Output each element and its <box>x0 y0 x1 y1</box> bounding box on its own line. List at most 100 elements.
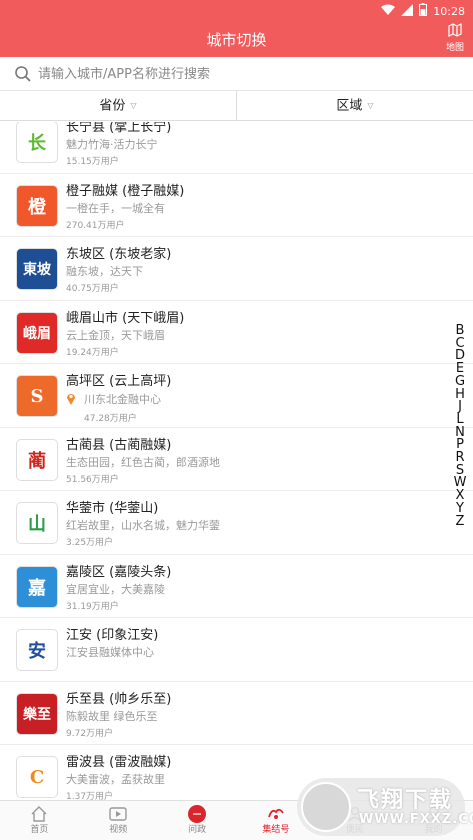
tab-label: 首页 <box>30 825 49 835</box>
app-logo-text: 嘉 <box>28 577 46 599</box>
city-name: 江安 (印象江安) <box>66 628 159 643</box>
battery-icon <box>419 3 428 20</box>
user-count: 15.15万用户 <box>66 157 119 167</box>
user-count: 51.56万用户 <box>66 474 119 485</box>
app-logo: 樂至 <box>16 692 58 735</box>
app-logo-text: 安 <box>28 641 46 662</box>
city-name: 雷波县 (雷波融媒) <box>66 755 172 770</box>
ask-icon <box>187 804 207 824</box>
city-slogan: 江安县融媒体中心 <box>66 646 154 659</box>
city-name: 高坪区 (云上高坪) <box>66 374 172 389</box>
city-list-item[interactable]: 嘉 嘉陵区 (嘉陵头条) 宜居宜业，大美嘉陵 31.19万用户 <box>0 555 473 618</box>
city-list-item[interactable]: 東坡 东坡区 (东坡老家) 融东坡，达天下 40.75万用户 <box>0 237 473 301</box>
city-list-item[interactable]: 安 江安 (印象江安) 江安县融媒体中心 <box>0 618 473 682</box>
tab-video[interactable]: 视频 <box>79 801 158 840</box>
watermark-url: WWW.FXXZ.COM <box>359 812 473 827</box>
city-name: 东坡区 (东坡老家) <box>66 247 172 262</box>
city-list-item[interactable]: 蔺 古蔺县 (古蔺融媒) 生态田园，红色古蔺，郎酒源地 51.56万用户 <box>0 428 473 491</box>
app-logo-text: S <box>30 385 44 407</box>
user-count: 40.75万用户 <box>66 284 119 294</box>
city-list-item[interactable]: 山 华蓥市 (华蓥山) 红岩故里，山水名城，魅力华蓥 3.25万用户 <box>0 491 473 555</box>
watermark-title: 飞翔下载 <box>357 788 454 813</box>
province-filter[interactable]: 省份 ▽ <box>0 91 236 120</box>
city-list-item[interactable]: 橙 橙子融媒 (橙子融媒) 一橙在手，一城全有 270.41万用户 <box>0 174 473 237</box>
app-logo: 蔺 <box>16 438 58 481</box>
map-button[interactable]: 地图 <box>443 23 467 54</box>
app-logo: 橙 <box>16 184 58 227</box>
status-time: 10:28 <box>433 4 465 18</box>
city-slogan: 川东北金融中心 <box>84 393 161 406</box>
alpha-index-letter[interactable]: Z <box>453 515 467 529</box>
app-logo-text: 蔺 <box>28 450 46 472</box>
region-filter-label: 区域 <box>336 98 363 114</box>
status-bar: 10:28 <box>0 0 473 21</box>
filter-bar: 省份 ▽ 区域 ▽ <box>0 91 473 121</box>
city-list-item[interactable]: S 高坪区 (云上高坪) 川东北金融中心 47.28万用户 <box>0 364 473 428</box>
watermark-logo: 飞翔下载 WWW.FXXZ.COM <box>297 778 473 836</box>
city-list-item[interactable]: 樂至 乐至县 (帅乡乐至) 陈毅故里 绿色乐至 9.72万用户 <box>0 682 473 745</box>
app-logo: 山 <box>16 502 58 544</box>
app-logo: C <box>16 756 58 798</box>
page-title: 城市切换 <box>206 31 267 49</box>
city-slogan: 宜居宜业，大美嘉陵 <box>66 582 165 596</box>
app-logo: 東坡 <box>16 248 58 290</box>
city-slogan: 红岩故里，山水名城，魅力华蓥 <box>66 519 220 532</box>
search-icon <box>14 65 32 83</box>
app-logo-text: 山 <box>28 514 46 535</box>
app-logo-text: 长 <box>28 133 46 154</box>
city-slogan: 陈毅故里 绿色乐至 <box>66 709 158 723</box>
tab-label: 视频 <box>109 825 128 835</box>
city-name: 长宁县 (掌上长宁) <box>66 122 172 135</box>
tab-home[interactable]: 首页 <box>0 801 79 840</box>
title-bar: 城市切换 地图 <box>0 21 473 57</box>
app-logo-text: C <box>29 766 45 788</box>
city-name: 峨眉山市 (天下峨眉) <box>66 310 185 326</box>
user-count: 47.28万用户 <box>84 414 137 424</box>
video-icon <box>108 804 128 824</box>
map-label: 地图 <box>445 43 464 53</box>
chevron-down-icon: ▽ <box>130 101 137 110</box>
city-name: 乐至县 (帅乡乐至) <box>66 691 172 707</box>
app-logo-text: 樂至 <box>23 706 51 723</box>
user-count: 9.72万用户 <box>66 728 114 739</box>
tab-ask[interactable]: 问政 <box>158 801 237 840</box>
app-logo: 嘉 <box>16 565 58 608</box>
city-name: 古蔺县 (古蔺融媒) <box>66 437 172 453</box>
city-list-item[interactable]: 长 长宁县 (掌上长宁) 魅力竹海·活力长宁 15.15万用户 <box>0 122 473 174</box>
wifi-icon <box>381 4 396 20</box>
user-count: 31.19万用户 <box>66 601 119 612</box>
city-list-item[interactable]: 峨眉 峨眉山市 (天下峨眉) 云上金顶，天下峨眉 19.24万用户 <box>0 301 473 364</box>
city-list: 长 长宁县 (掌上长宁) 魅力竹海·活力长宁 15.15万用户橙 橙子融媒 (橙子融媒)… <box>0 122 473 800</box>
city-name: 嘉陵区 (嘉陵头条) <box>66 564 172 580</box>
search-bar <box>0 57 473 91</box>
app-logo: 安 <box>16 629 58 671</box>
app-logo: 长 <box>16 122 58 163</box>
app-logo-text: 橙 <box>28 196 46 218</box>
app-logo: 峨眉 <box>16 311 58 354</box>
tab-label: 问政 <box>188 825 207 835</box>
city-name: 华蓥市 (华蓥山) <box>66 501 159 516</box>
city-slogan: 融东坡，达天下 <box>66 265 143 278</box>
city-slogan: 生态田园，红色古蔺，郎酒源地 <box>66 455 220 469</box>
rally-icon <box>266 804 286 824</box>
user-count: 1.37万用户 <box>66 792 114 800</box>
city-slogan: 云上金顶，天下峨眉 <box>66 328 165 342</box>
chevron-down-icon: ▽ <box>367 101 374 110</box>
user-count: 19.24万用户 <box>66 347 119 358</box>
home-icon <box>29 804 49 824</box>
search-input[interactable] <box>38 63 458 85</box>
city-slogan: 一橙在手，一城全有 <box>66 201 165 215</box>
user-count: 3.25万用户 <box>66 538 114 548</box>
alphabet-index[interactable]: BCDEGHJLNPRSWXYZ <box>453 324 467 529</box>
map-icon <box>443 23 467 42</box>
city-list-inner: 长 长宁县 (掌上长宁) 魅力竹海·活力长宁 15.15万用户橙 橙子融媒 (橙子融媒)… <box>0 122 473 800</box>
watermark-emblem <box>301 782 351 832</box>
app-logo-text: 東坡 <box>23 262 51 278</box>
signal-icon <box>401 3 414 20</box>
city-slogan: 魅力竹海·活力长宁 <box>66 138 158 151</box>
city-slogan: 大美雷波，孟获故里 <box>66 773 165 786</box>
app-logo-text: 峨眉 <box>23 325 51 342</box>
region-filter[interactable]: 区域 ▽ <box>236 91 473 120</box>
user-count: 270.41万用户 <box>66 220 125 231</box>
location-pin-icon <box>66 390 76 405</box>
